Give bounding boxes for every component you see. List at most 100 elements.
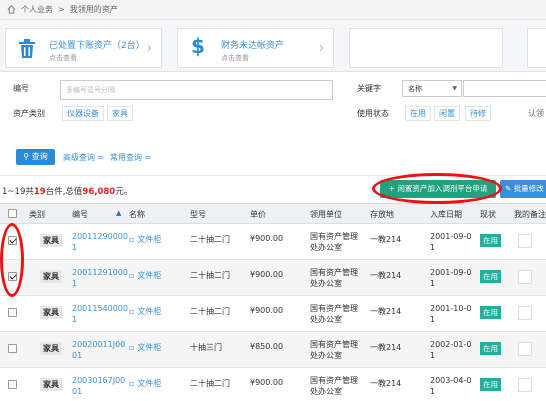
row-checkbox[interactable] [8,308,17,317]
asset-code-line1: 20011291000 [72,268,128,277]
image-icon: ▫ [129,343,135,352]
category-badge: 家具 [40,342,62,355]
code-input[interactable]: 多编号逗号分隔 [60,80,333,100]
place-cell: 一教214 [370,379,402,388]
price-cell: ¥900.00 [250,234,284,243]
date-line1: 2002-01-0 [430,340,472,349]
remark-field[interactable] [518,378,532,392]
asset-code-link[interactable]: 20030167J00 01 [72,375,125,397]
asset-name: 文件柜 [137,271,162,280]
header-model[interactable]: 型号 [190,209,206,220]
status-badge: 在用 [480,270,501,283]
row-checkbox[interactable] [8,344,17,353]
date-cell: 2001-09-0 1 [430,267,471,289]
asset-name: 文件柜 [137,343,162,352]
asset-name: 文件柜 [137,235,162,244]
header-name[interactable]: 名称 [129,209,145,220]
header-remark[interactable]: 我的备注 [514,209,546,220]
home-icon [7,5,16,14]
sort-asc-icon[interactable]: ▲ [116,209,121,217]
breadcrumb-home[interactable]: 个人业务 [21,4,53,15]
batch-edit-label: 批量修改 [513,184,544,193]
status-badge: 在用 [480,234,501,247]
asset-code-line2: 1 [72,243,78,252]
unposted-assets-card[interactable]: $ 财务未达帐资产 点击查看 › [177,28,334,68]
table-row[interactable]: 家具 20011540000 1 ▫ 文件柜 二十抽二门 ¥900.00 国有资产管… [0,296,546,332]
asset-name-link[interactable]: ▫ 文件柜 [129,378,161,389]
chevron-right-icon: › [318,41,324,56]
remark-field[interactable] [518,306,532,320]
result-summary: 1~19共19台件,总值96,080元。 [2,185,132,197]
table-row[interactable]: 家具 20011291000 1 ▫ 文件柜 二十抽二门 ¥900.00 国有资产管… [0,260,546,296]
annotation-ellipse [372,173,502,204]
asset-name-link[interactable]: ▫ 文件柜 [129,234,161,245]
price-cell: ¥900.00 [250,378,284,387]
advanced-query-link[interactable]: 高级查询 ≈ [63,152,104,163]
date-cell: 2002-01-0 1 [430,339,471,361]
asset-name: 文件柜 [137,379,162,388]
header-price[interactable]: 单价 [250,209,266,220]
status-tag-idle[interactable]: 闲置 [434,106,460,121]
table-row[interactable]: 家具 20011290000 1 ▫ 文件柜 二十抽二门 ¥900.00 国有资产管… [0,224,546,260]
remark-field[interactable] [518,234,532,248]
batch-edit-button[interactable]: ✎ 批量修改 [500,180,546,198]
unit-line1: 国有资产管理 [310,232,358,241]
asset-name-link[interactable]: ▫ 文件柜 [129,270,161,281]
asset-code-line2: 01 [72,387,83,396]
status-badge: 在用 [480,378,501,391]
asset-name: 文件柜 [137,307,162,316]
status-tag-repair[interactable]: 待修 [465,106,491,121]
unit-line1: 国有资产管理 [310,304,358,313]
category-label: 资产类别 [13,109,45,118]
row-checkbox[interactable] [8,380,17,389]
asset-code-link[interactable]: 20011291000 1 [72,267,128,289]
keyword-select[interactable]: 名称 ▼ [402,80,462,97]
remark-field[interactable] [518,270,532,284]
unit-cell: 国有资产管理 处办公室 [310,303,358,325]
header-category[interactable]: 类别 [29,209,45,220]
header-unit[interactable]: 领用单位 [310,209,342,220]
unit-cell: 国有资产管理 处办公室 [310,231,358,253]
price-cell: ¥900.00 [250,270,284,279]
category-badge: 家具 [40,234,62,247]
status-tag-inuse[interactable]: 在用 [405,106,431,121]
model-cell: 十抽三门 [190,343,222,352]
header-status[interactable]: 现状 [480,209,496,220]
asset-name-link[interactable]: ▫ 文件柜 [129,342,161,353]
common-query-link[interactable]: 常用查询 ≈ [110,152,151,163]
keyword-input[interactable] [463,80,546,97]
asset-code-link[interactable]: 20011290000 1 [72,231,128,253]
status-badge: 在用 [480,342,501,355]
category-tag-furniture[interactable]: 家具 [107,106,133,121]
caret-down-icon: ▼ [452,85,457,92]
category-badge: 家具 [40,306,62,319]
search-icon: ⚲ [23,152,30,161]
table-row[interactable]: 家具 20030167J00 01 ▫ 文件柜 二十抽二门 ¥900.00 国有资产… [0,368,546,401]
asset-code-link[interactable]: 20020011J00 01 [72,339,125,361]
image-icon: ▫ [129,379,135,388]
asset-name-link[interactable]: ▫ 文件柜 [129,306,161,317]
dollar-icon: $ [191,34,205,58]
status-label: 使用状态 [357,109,389,118]
image-icon: ▫ [129,307,135,316]
table-row[interactable]: 家具 20020011J00 01 ▫ 文件柜 十抽三门 ¥850.00 国有资产管… [0,332,546,368]
header-date[interactable]: 入库日期 [430,209,462,220]
category-badge: 家具 [40,378,62,391]
remark-field[interactable] [518,342,532,356]
disposed-assets-card[interactable]: 已处置下账资产（2台） 点击查看 › [5,28,162,68]
date-line1: 2001-09-0 [430,268,472,277]
select-all-checkbox[interactable] [8,209,17,218]
header-code[interactable]: 编号 [72,209,88,220]
category-tag-instruments[interactable]: 仪器设备 [62,106,104,121]
asset-code-link[interactable]: 20011540000 1 [72,303,128,325]
status-badge: 在用 [480,306,501,319]
asset-code-line1: 20030167J00 [72,376,126,385]
image-icon: ▫ [129,271,135,280]
query-button[interactable]: ⚲ 查询 [16,149,55,165]
date-line1: 2001-09-0 [430,232,472,241]
unit-line2: 处办公室 [310,243,342,252]
filter-panel: 编号 多编号逗号分隔 关键字 名称 ▼ 资产类别 仪器设备 家具 使用状态 在用… [0,72,546,176]
category-badge: 家具 [40,270,62,283]
date-line1: 2001-10-0 [430,304,472,313]
header-place[interactable]: 存放地 [370,209,394,220]
